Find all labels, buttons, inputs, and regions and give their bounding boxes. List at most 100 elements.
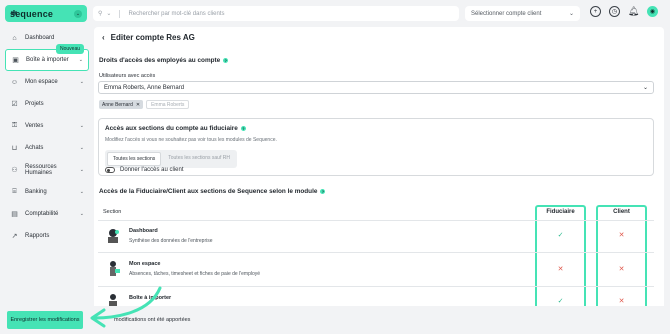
row-mon-espace-desc: Absences, tâches, timesheet et fiches de… bbox=[129, 271, 261, 277]
page-title: ‹ Editer compte Res AG bbox=[102, 33, 195, 42]
sidebar-item-boite-a-importer[interactable]: Nouveau ▣ Boîte à importer ⌄ bbox=[5, 44, 89, 71]
sidebar: ⌂ Dashboard Nouveau ▣ Boîte à importer ⌄… bbox=[5, 27, 89, 334]
sidebar-item-label: Comptabilité bbox=[25, 211, 59, 217]
sidebar-item-comptabilite[interactable]: ▤ Comptabilité ⌄ bbox=[5, 203, 89, 225]
fiduciary-heading: Accès aux sections du compte au fiduciai… bbox=[105, 125, 246, 132]
chevron-down-icon: ⌄ bbox=[79, 211, 84, 217]
back-icon[interactable]: ‹ bbox=[102, 33, 105, 42]
sidebar-item-achats[interactable]: ⊔ Achats ⌄ bbox=[5, 137, 89, 159]
segment-except-hr[interactable]: Toutes les sections sauf RH bbox=[163, 152, 235, 166]
sidebar-item-banking[interactable]: ⌸ Banking ⌄ bbox=[5, 181, 89, 203]
rights-heading-text: Droits d'accès des employés au compte bbox=[99, 57, 221, 64]
sidebar-item-label: Ventes bbox=[25, 123, 44, 129]
close-icon[interactable]: ✕ bbox=[136, 102, 140, 108]
fiduciary-access-box: Accès aux sections du compte au fiduciai… bbox=[98, 118, 654, 176]
sidebar-item-label: Achats bbox=[25, 145, 44, 151]
divider bbox=[119, 9, 121, 18]
sidebar-item-rapports[interactable]: ↗ Rapports bbox=[5, 225, 89, 247]
bank-icon: ⌸ bbox=[12, 188, 17, 195]
search-icon: ⚲ bbox=[98, 11, 103, 17]
sequence-logo[interactable]: ✲ sequence ⌄ bbox=[5, 5, 87, 22]
row-dashboard-desc: Synthèse des données de l'entreprise bbox=[129, 238, 213, 244]
check-icon[interactable]: ✓ bbox=[535, 231, 586, 239]
sidebar-item-label: Ressources Humaines bbox=[25, 164, 57, 176]
help-icon[interactable]: ? bbox=[240, 126, 246, 131]
search-bar[interactable]: ⚲ ⌄ Rechercher par mot-clé dans clients bbox=[93, 6, 459, 21]
help-icon[interactable]: ? bbox=[223, 58, 229, 63]
company-select-value: Sélectionner compte client bbox=[471, 10, 542, 17]
fiduciary-heading-text: Accès aux sections du compte au fiduciai… bbox=[105, 125, 238, 132]
user-chip-label: Anne Bernard bbox=[102, 101, 133, 108]
cross-icon[interactable]: ✕ bbox=[596, 297, 647, 305]
add-icon[interactable]: + bbox=[590, 6, 601, 17]
inbox-icon: ▣ bbox=[12, 57, 19, 64]
chevron-down-icon: ⌄ bbox=[642, 85, 648, 91]
mon-espace-illustration-icon bbox=[110, 261, 120, 276]
collapse-icon[interactable]: ⌄ bbox=[74, 9, 82, 18]
section-access-toggle: Toutes les sections Toutes les sections … bbox=[105, 150, 237, 168]
people-icon: ⚇ bbox=[11, 167, 18, 174]
chevron-down-icon: ⌄ bbox=[79, 145, 84, 151]
user-icon: ☺ bbox=[10, 78, 19, 86]
save-button[interactable]: Enregistrer les modifications bbox=[7, 311, 83, 329]
sidebar-item-mon-espace[interactable]: ☺ Mon espace ⌄ bbox=[5, 71, 89, 93]
avatar[interactable]: ◉ bbox=[647, 6, 658, 17]
segment-all-sections[interactable]: Toutes les sections bbox=[107, 152, 162, 166]
divider bbox=[98, 220, 654, 221]
table-heading-text: Accès de la Fiduciaire/Client aux sectio… bbox=[99, 188, 318, 195]
rights-heading: Droits d'accès des employés au compte ? bbox=[99, 57, 229, 64]
chart-icon: ↗ bbox=[11, 233, 18, 240]
new-badge: Nouveau bbox=[55, 44, 84, 54]
table-heading: Accès de la Fiduciaire/Client aux sectio… bbox=[99, 188, 326, 195]
ledger-icon: ▤ bbox=[11, 211, 18, 218]
chevron-down-icon: ⌄ bbox=[568, 11, 574, 17]
row-mon-espace-name: Mon espace bbox=[129, 261, 161, 267]
users-select-value: Emma Roberts, Anne Bernard bbox=[104, 84, 185, 91]
sidebar-item-ventes[interactable]: ⚿ Ventes ⌄ bbox=[5, 115, 89, 137]
user-add-input[interactable]: Emma Roberts bbox=[146, 100, 190, 109]
bell-icon[interactable]: 🔔︎ bbox=[628, 6, 639, 17]
search-input[interactable]: Rechercher par mot-clé dans clients bbox=[128, 11, 224, 17]
help-icon[interactable]: ? bbox=[320, 189, 326, 194]
sidebar-item-label: Rapports bbox=[25, 233, 50, 239]
main-panel: ‹ Editer compte Res AG Droits d'accès de… bbox=[94, 27, 664, 334]
check-square-icon: ☑ bbox=[11, 101, 18, 108]
client-access-label: Donner l'accès au client bbox=[120, 167, 184, 173]
cross-icon[interactable]: ✕ bbox=[596, 231, 647, 239]
changes-message: modifications ont été apportées bbox=[114, 317, 191, 323]
divider bbox=[98, 286, 654, 287]
clock-icon[interactable]: ◷ bbox=[609, 6, 620, 17]
logo-text: sequence bbox=[10, 8, 54, 19]
row-boite-name: Boîte à importer bbox=[129, 295, 172, 301]
col-header-section: Section bbox=[103, 209, 122, 215]
col-header-client: Client bbox=[613, 209, 630, 215]
client-access-toggle[interactable] bbox=[105, 167, 115, 173]
cross-icon[interactable]: ✕ bbox=[535, 265, 586, 273]
sidebar-item-label: Boîte à importer bbox=[26, 57, 69, 63]
sidebar-item-label: Banking bbox=[25, 189, 47, 195]
footer-bar bbox=[0, 306, 670, 334]
sidebar-item-label: Projets bbox=[25, 101, 44, 107]
dashboard-illustration-icon bbox=[108, 229, 119, 243]
user-chip: Anne Bernard ✕ bbox=[99, 100, 144, 109]
search-filter-chevron-icon[interactable]: ⌄ bbox=[106, 10, 111, 17]
cross-icon[interactable]: ✕ bbox=[596, 265, 647, 273]
chevron-down-icon: ⌄ bbox=[78, 57, 83, 63]
users-select[interactable]: Emma Roberts, Anne Bernard ⌄ bbox=[98, 81, 654, 94]
row-dashboard-name: Dashboard bbox=[129, 228, 158, 234]
logo-icon: ✲ bbox=[10, 8, 18, 18]
bag-icon: ⊔ bbox=[11, 145, 18, 152]
check-icon[interactable]: ✓ bbox=[535, 297, 586, 305]
sidebar-item-ressources-humaines[interactable]: ⚇ Ressources Humaines ⌄ bbox=[5, 159, 89, 181]
chevron-down-icon: ⌄ bbox=[79, 79, 84, 85]
sidebar-item-label: Mon espace bbox=[25, 79, 58, 85]
sidebar-item-projets[interactable]: ☑ Projets bbox=[5, 93, 89, 115]
home-icon: ⌂ bbox=[12, 34, 17, 42]
company-select[interactable]: Sélectionner compte client ⌄ bbox=[465, 6, 580, 21]
lock-icon: ⚿ bbox=[11, 122, 18, 129]
col-header-fiduciaire: Fiduciaire bbox=[546, 209, 575, 215]
chevron-down-icon: ⌄ bbox=[79, 123, 84, 129]
chevron-down-icon: ⌄ bbox=[79, 189, 84, 195]
page-title-text: Editer compte Res AG bbox=[110, 33, 195, 42]
chevron-down-icon: ⌄ bbox=[79, 167, 84, 173]
